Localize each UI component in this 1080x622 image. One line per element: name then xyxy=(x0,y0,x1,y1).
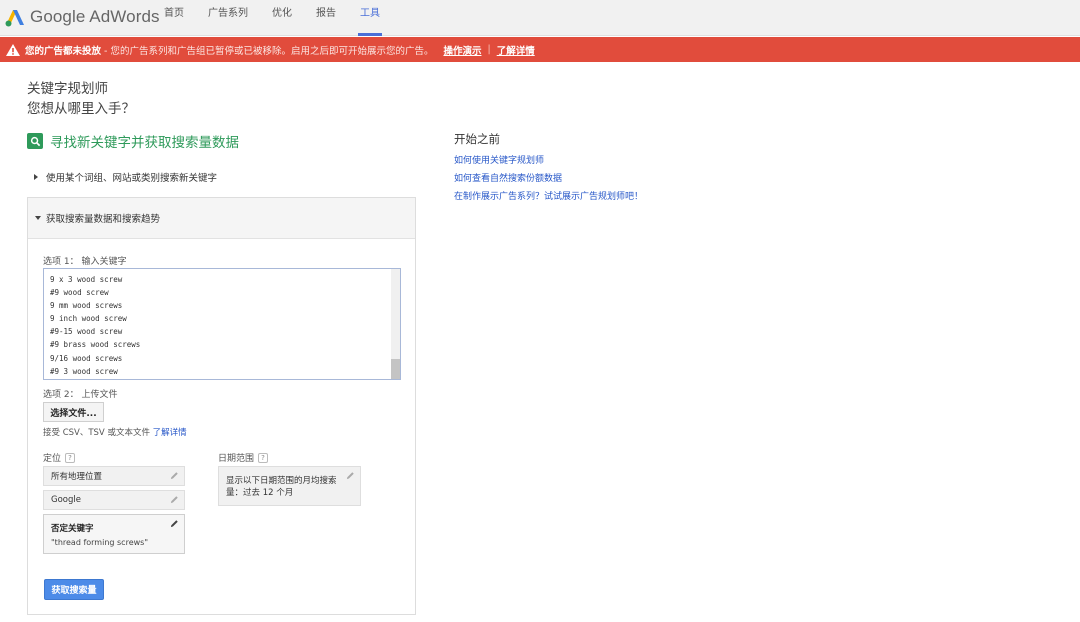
scrollbar-thumb[interactable] xyxy=(391,359,400,379)
help-icon[interactable]: ? xyxy=(65,452,76,463)
negative-keywords-field[interactable]: 否定关键字 "thread forming screws" xyxy=(43,514,185,554)
help-icon[interactable]: ? xyxy=(258,452,269,463)
keyword-line: 9 x 3 wood screw xyxy=(50,275,123,284)
pencil-icon[interactable] xyxy=(170,471,179,480)
accepted-formats-text: 接受 CSV、TSV 或文本文件 xyxy=(43,428,150,438)
keyword-line: 9/16 wood screws xyxy=(50,353,123,363)
textarea-scrollbar[interactable] xyxy=(391,269,400,379)
pencil-icon[interactable] xyxy=(170,519,179,528)
keyword-line: #9 wood screw xyxy=(50,288,109,298)
panel-header[interactable]: 获取搜索量数据和搜索趋势 xyxy=(28,198,415,239)
alert-demo-link[interactable]: 操作演示 xyxy=(443,43,481,57)
nav-home[interactable]: 首页 xyxy=(164,0,184,36)
network-field[interactable]: Google xyxy=(43,490,185,510)
accepted-formats: 接受 CSV、TSV 或文本文件 了解详情 xyxy=(43,426,187,438)
search-volume-panel: 获取搜索量数据和搜索趋势 选项 1： 输入关键字 9 x 3 wood scre… xyxy=(27,197,416,615)
date-range-value: 显示以下日期范围的月均搜索量：过去 12 个月 xyxy=(226,476,337,498)
expand-triangle-icon xyxy=(34,174,38,180)
location-value: 所有地理位置 xyxy=(51,472,103,482)
keyword-line: 9 inch wood screw xyxy=(50,314,127,324)
help-link-display-planner[interactable]: 在制作展示广告系列？试试展示广告规划师吧！ xyxy=(454,189,643,202)
get-search-volume-button[interactable]: 获取搜索量 xyxy=(44,579,104,600)
location-field[interactable]: 所有地理位置 xyxy=(43,466,185,486)
choose-file-button[interactable]: 选择文件... xyxy=(43,402,104,422)
pencil-icon[interactable] xyxy=(170,495,179,504)
date-range-field[interactable]: 显示以下日期范围的月均搜索量：过去 12 个月 xyxy=(218,466,361,506)
panel-title: 获取搜索量数据和搜索趋势 xyxy=(46,214,161,225)
keyword-list: 9 x 3 wood screw #9 wood screw 9 mm wood… xyxy=(50,273,140,378)
alert-banner: 您的广告都未投放 - 您的广告系列和广告组已暂停或已被移除。启用之后即可开始展示… xyxy=(0,37,1080,62)
option2-label: 选项 2： 上传文件 xyxy=(43,390,118,400)
alert-details-link[interactable]: 了解详情 xyxy=(497,43,535,57)
page-subtitle: 您想从哪里入手？ xyxy=(27,101,135,117)
help-link-how-to-use[interactable]: 如何使用关键字规划师 xyxy=(454,153,544,166)
negative-keywords-value: "thread forming screws" xyxy=(51,538,149,547)
search-icon xyxy=(27,133,43,149)
date-range-label-text: 日期范围 xyxy=(218,454,255,464)
keyword-line: #9-15 wood screw xyxy=(50,327,123,337)
section-title: 寻找新关键字并获取搜索量数据 xyxy=(50,135,239,151)
negative-keywords-title: 否定关键字 xyxy=(51,524,94,534)
help-link-organic-share[interactable]: 如何查看自然搜索份额数据 xyxy=(454,171,562,184)
nav-campaigns[interactable]: 广告系列 xyxy=(208,0,248,36)
top-nav-bar: Google AdWords 首页 广告系列 优化 报告 工具 xyxy=(0,0,1080,36)
alert-message: - 您的广告系列和广告组已暂停或已被移除。启用之后即可开始展示您的广告。 xyxy=(104,45,434,57)
keywords-textarea[interactable]: 9 x 3 wood screw #9 wood screw 9 mm wood… xyxy=(43,268,401,380)
page-title: 关键字规划师 xyxy=(27,81,108,97)
nav-reports[interactable]: 报告 xyxy=(316,0,336,36)
section-header: 寻找新关键字并获取搜索量数据 xyxy=(27,131,239,151)
alert-title: 您的广告都未投放 xyxy=(25,45,102,57)
main-nav: 首页 广告系列 优化 报告 工具 xyxy=(164,0,404,36)
adwords-logo-icon xyxy=(5,10,24,27)
adwords-logo[interactable]: Google AdWords xyxy=(4,5,160,29)
warning-icon xyxy=(6,43,20,56)
before-you-start-title: 开始之前 xyxy=(454,132,500,146)
date-range-label: 日期范围 ? xyxy=(218,451,269,464)
targeting-label-text: 定位 xyxy=(43,454,62,464)
keyword-line: #9 brass wood screws xyxy=(50,340,141,350)
pencil-icon[interactable] xyxy=(346,471,355,480)
option1-label: 选项 1： 输入关键字 xyxy=(43,257,127,267)
nav-optimize[interactable]: 优化 xyxy=(272,0,292,36)
nav-tools[interactable]: 工具 xyxy=(358,0,382,36)
option-search-new-keywords-label: 使用某个词组、网站或类别搜索新关键字 xyxy=(46,173,218,184)
logo-text: Google AdWords xyxy=(30,7,160,26)
option-search-new-keywords[interactable]: 使用某个词组、网站或类别搜索新关键字 xyxy=(34,170,217,184)
network-value: Google xyxy=(51,495,81,505)
keyword-line: #9 3 wood screw xyxy=(50,366,118,376)
accepted-formats-learn-more-link[interactable]: 了解详情 xyxy=(153,428,187,438)
collapse-triangle-icon xyxy=(35,216,41,220)
keyword-line: 9 mm wood screws xyxy=(50,301,123,311)
alert-separator: | xyxy=(487,44,491,55)
targeting-label: 定位 ? xyxy=(43,451,76,464)
